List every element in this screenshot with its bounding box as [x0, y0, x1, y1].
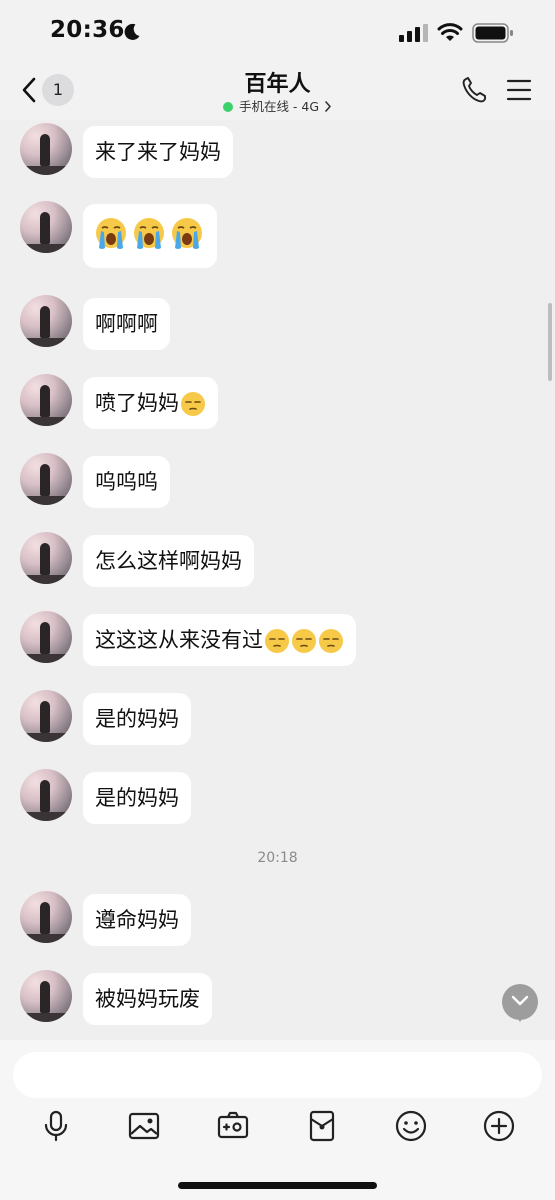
- message-bubble[interactable]: [83, 204, 217, 268]
- input-area: [0, 1040, 555, 1200]
- avatar[interactable]: [20, 891, 72, 943]
- message-bubble[interactable]: 怎么这样啊妈妈: [83, 535, 254, 587]
- moon-icon: [124, 23, 140, 40]
- unamused-emoji: [292, 629, 316, 653]
- message-bubble[interactable]: 啊啊啊: [83, 298, 170, 350]
- red-packet-icon: [309, 1110, 335, 1142]
- message-text: 这这这从来没有过: [95, 628, 263, 652]
- online-dot: [222, 102, 233, 112]
- emoji-button[interactable]: [393, 1108, 429, 1144]
- message-bubble[interactable]: 喷了妈妈: [83, 377, 218, 429]
- chevron-down-icon: [511, 995, 529, 1006]
- loudly-crying-emoji: [96, 218, 126, 249]
- avatar[interactable]: [20, 690, 72, 742]
- red-packet-button[interactable]: [304, 1108, 340, 1144]
- loudly-crying-emoji: [172, 218, 202, 249]
- message-bubble[interactable]: 被妈妈玩废: [83, 973, 212, 1025]
- message-bubble[interactable]: 是的妈妈: [83, 772, 191, 824]
- home-indicator[interactable]: [178, 1182, 377, 1189]
- image-button[interactable]: [126, 1108, 162, 1144]
- scroll-to-bottom-button[interactable]: [502, 984, 538, 1020]
- message-bubble[interactable]: 这这这从来没有过: [83, 614, 356, 666]
- voice-button[interactable]: [38, 1108, 74, 1144]
- avatar[interactable]: [20, 374, 72, 426]
- chat-header: 1 百年人 手机在线 - 4G: [0, 66, 555, 120]
- camera-icon: [217, 1111, 249, 1139]
- plus-icon: [483, 1110, 515, 1142]
- message-bubble[interactable]: 遵命妈妈: [83, 894, 191, 946]
- camera-button[interactable]: [215, 1108, 251, 1144]
- online-status-text: 手机在线 - 4G: [238, 99, 320, 114]
- message-bubble[interactable]: 来了来了妈妈: [83, 126, 233, 178]
- microphone-icon: [44, 1110, 68, 1142]
- image-icon: [128, 1112, 160, 1140]
- message-bubble[interactable]: 呜呜呜: [83, 456, 170, 508]
- avatar[interactable]: [20, 611, 72, 663]
- message-input[interactable]: [13, 1052, 542, 1098]
- avatar[interactable]: [20, 769, 72, 821]
- more-button[interactable]: [481, 1108, 517, 1144]
- loudly-crying-emoji: [134, 218, 164, 249]
- unamused-emoji: [265, 629, 289, 653]
- time-divider: 20:18: [257, 850, 298, 866]
- emoji-icon: [395, 1110, 427, 1142]
- avatar[interactable]: [20, 123, 72, 175]
- signal-icon: [399, 24, 428, 42]
- message-text: 喷了妈妈: [95, 391, 179, 415]
- message-bubble[interactable]: 是的妈妈: [83, 693, 191, 745]
- avatar[interactable]: [20, 532, 72, 584]
- chevron-right-icon: [325, 101, 331, 112]
- phone-icon[interactable]: [461, 76, 487, 104]
- avatar[interactable]: [20, 453, 72, 505]
- message-list[interactable]: 来了来了妈妈 啊啊啊 喷了妈妈 呜呜呜 怎么这样啊妈妈 这这这从来没有过 是的妈…: [0, 120, 555, 1040]
- scrollbar[interactable]: [548, 303, 552, 381]
- unamused-emoji: [319, 629, 343, 653]
- avatar[interactable]: [20, 295, 72, 347]
- status-bar: 20:36: [0, 0, 555, 66]
- avatar[interactable]: [20, 201, 72, 253]
- scroll-button-tail: [516, 1016, 524, 1022]
- battery-icon: [472, 23, 513, 43]
- avatar[interactable]: [20, 970, 72, 1022]
- status-time: 20:36: [50, 17, 125, 43]
- wifi-icon: [437, 23, 463, 41]
- menu-icon[interactable]: [506, 78, 532, 102]
- unamused-emoji: [181, 392, 205, 416]
